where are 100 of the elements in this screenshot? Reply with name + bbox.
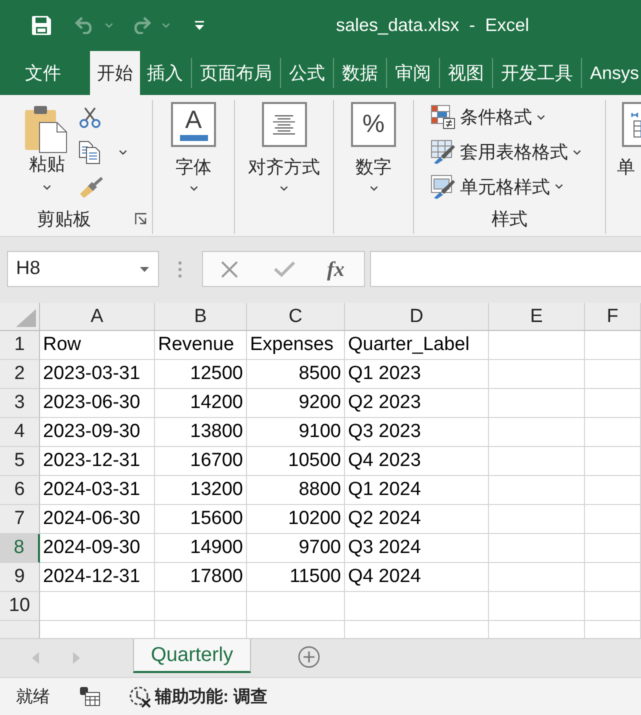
dropdown-arrow-icon[interactable] [140, 266, 149, 272]
table-cell: 9200 [247, 389, 345, 418]
row-header[interactable]: 10 [0, 592, 40, 621]
table-cell: 9100 [247, 418, 345, 447]
table-cell: 2023-12-31 [40, 447, 155, 476]
dialog-launcher-icon[interactable] [135, 213, 147, 225]
ribbon-tab[interactable]: 页面布局 [193, 51, 279, 95]
clock-cross-icon[interactable] [129, 686, 151, 708]
paste-button[interactable]: 粘贴 [18, 100, 76, 204]
table-cell: 2023-03-31 [40, 360, 155, 389]
table-cell: Revenue [155, 331, 247, 360]
grip-dots-icon[interactable] [178, 261, 182, 278]
name-box[interactable]: H8 [7, 251, 159, 287]
caret-icon[interactable] [43, 185, 51, 190]
table-cell: 2023-06-30 [40, 389, 155, 418]
group-label: 样式 [492, 208, 528, 231]
table-cell: 2024-09-30 [40, 534, 155, 563]
table-grid-icon[interactable] [80, 687, 100, 706]
table-cell: 10500 [247, 447, 345, 476]
ribbon-tab[interactable]: 审阅 [388, 51, 438, 95]
row-header[interactable]: 9 [0, 563, 40, 592]
row-header[interactable]: 5 [0, 447, 40, 476]
table-cell: Q1 2024 [345, 476, 489, 505]
row-header[interactable]: 3 [0, 389, 40, 418]
cell-brush-icon [431, 174, 455, 199]
ribbon-tab[interactable]: 数据 [335, 51, 385, 95]
row-header[interactable]: 6 [0, 476, 40, 505]
ribbon-menu-button[interactable]: 条件格式 [431, 100, 581, 135]
group-label: 剪贴板 [37, 208, 91, 231]
table-cell: Q3 2024 [345, 534, 489, 563]
row-header[interactable]: 8 [0, 534, 40, 563]
status-text: 就绪 [16, 686, 50, 708]
window-title: sales_data.xlsx - Excel [336, 14, 530, 36]
table-cell: Q2 2023 [345, 389, 489, 418]
table-cell: 13200 [155, 476, 247, 505]
caret-icon[interactable] [190, 186, 198, 191]
ribbon-tab[interactable]: 开发工具 [494, 51, 580, 95]
table-cell: Row [40, 331, 155, 360]
table-cell: 8500 [247, 360, 345, 389]
table-cell: Q2 2024 [345, 505, 489, 534]
ribbon-tab[interactable]: 文件 [18, 51, 68, 95]
row-header[interactable]: 7 [0, 505, 40, 534]
ribbon-button[interactable]: % 数字 [351, 100, 396, 234]
accessibility-status[interactable]: 辅助功能: 调查 [155, 685, 268, 708]
table-cell: Q4 2023 [345, 447, 489, 476]
table-cell: 15600 [155, 505, 247, 534]
table-cell: 2023-09-30 [40, 418, 155, 447]
row-header[interactable]: 1 [0, 331, 40, 360]
close-icon[interactable] [221, 260, 238, 278]
table-cell: 16700 [155, 447, 247, 476]
table-cell: 14200 [155, 389, 247, 418]
sheet-tab[interactable]: Quarterly [133, 639, 251, 673]
caret-icon[interactable] [555, 184, 563, 190]
ribbon-menu-button[interactable]: 单元格样式 [431, 169, 581, 204]
table-cell: 13800 [155, 418, 247, 447]
insert-function-button[interactable]: fx [327, 256, 344, 282]
row-header[interactable]: 4 [0, 418, 40, 447]
column-header[interactable]: F [585, 303, 641, 330]
table-cell: 2024-03-31 [40, 476, 155, 505]
ribbon-tab[interactable]: Ansys [583, 51, 641, 95]
table-cell: 9700 [247, 534, 345, 563]
ribbon-menu-button[interactable]: 套用表格格式 [431, 134, 581, 170]
ribbon-tab[interactable]: 插入 [140, 51, 190, 95]
table-cell: 14900 [155, 534, 247, 563]
save-icon[interactable] [32, 16, 51, 34]
column-header[interactable]: B [155, 303, 247, 330]
checkmark-icon[interactable] [274, 261, 295, 277]
table-cell: Q4 2024 [345, 563, 489, 592]
caret-icon[interactable] [573, 150, 581, 154]
scissors-icon[interactable] [79, 107, 101, 128]
font-icon: A [171, 102, 216, 147]
row-header[interactable]: 2 [0, 360, 40, 389]
ribbon-tab[interactable]: 开始 [90, 51, 140, 95]
table-cell: 2024-06-30 [40, 505, 155, 534]
ribbon-button[interactable]: 单 [617, 100, 641, 234]
table-cell: 17800 [155, 563, 247, 592]
clipboard-icon [25, 105, 69, 153]
align-center-icon [262, 102, 306, 147]
column-header[interactable]: C [247, 303, 345, 330]
column-header[interactable]: D [345, 303, 489, 330]
ribbon-tab[interactable]: 公式 [282, 51, 332, 95]
caret-icon[interactable] [537, 114, 545, 120]
ribbon-button[interactable]: 对齐方式 [248, 100, 320, 234]
caret-icon[interactable] [280, 186, 288, 191]
table-cell: Q3 2023 [345, 418, 489, 447]
ribbon-tab[interactable]: 视图 [441, 51, 491, 95]
column-header[interactable]: A [40, 303, 155, 330]
paintbrush-icon[interactable] [79, 177, 103, 198]
formula-input[interactable] [370, 251, 641, 287]
ribbon-button[interactable]: A 字体 [171, 100, 216, 234]
table-cell: Expenses [247, 331, 345, 360]
column-header[interactable]: E [489, 303, 585, 330]
table-cell: 11500 [247, 563, 345, 592]
caret-icon[interactable] [370, 186, 378, 191]
table-cell: 8800 [247, 476, 345, 505]
caret-icon[interactable] [119, 150, 127, 155]
customize-menu-icon[interactable] [195, 20, 204, 30]
plus-circle-icon[interactable] [298, 646, 320, 668]
copy-icon[interactable] [79, 141, 101, 164]
conditional-formatting-icon [431, 105, 455, 130]
